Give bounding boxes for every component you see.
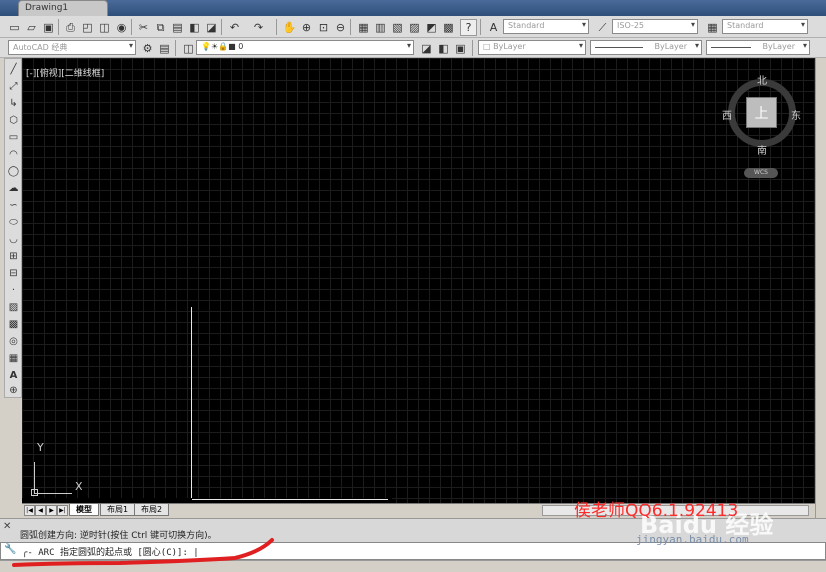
- draw-toolbar: ╱ ⤢ ↳ ⬡ ▭ ◠ ◯ ☁ ∽ ⬭ ◡ ⊞ ⊟ · ▨ ▩ ◎ ▦ A ⊕: [4, 58, 22, 398]
- spline-icon[interactable]: ∽: [7, 199, 20, 212]
- drawing-canvas[interactable]: [22, 58, 815, 503]
- undo-icon[interactable]: ↶: [226, 19, 243, 36]
- site-watermark: jingyan.baidu.com: [636, 533, 749, 546]
- polygon-icon[interactable]: ⬡: [7, 114, 20, 127]
- next-tab-icon[interactable]: ▶: [46, 505, 57, 516]
- open-icon[interactable]: ▱: [23, 19, 40, 36]
- layer-combo[interactable]: 💡☀🔒■ 0 ▾: [196, 40, 414, 55]
- table-icon[interactable]: ▦: [7, 352, 20, 365]
- layer-states-icon[interactable]: ▣: [452, 40, 469, 57]
- compass-south[interactable]: 南: [757, 142, 767, 157]
- insert-block-icon[interactable]: ⊞: [7, 250, 20, 263]
- tab-layout2[interactable]: 布局2: [134, 504, 170, 516]
- arc-icon[interactable]: ◠: [7, 148, 20, 161]
- hatch-icon[interactable]: ▨: [7, 301, 20, 314]
- drawn-line-horizontal[interactable]: [192, 499, 388, 500]
- table-style-combo[interactable]: Standard ▾: [722, 19, 808, 34]
- layer-manager-icon[interactable]: ◫: [180, 40, 197, 57]
- red-annotation-stroke: [12, 538, 274, 567]
- publish-icon[interactable]: ◫: [96, 19, 113, 36]
- zoom-realtime-icon[interactable]: ⊕: [298, 19, 315, 36]
- rectangle-icon[interactable]: ▭: [7, 131, 20, 144]
- gradient-icon[interactable]: ▩: [7, 318, 20, 331]
- compass-east[interactable]: 东: [791, 107, 801, 122]
- point-icon[interactable]: ·: [7, 284, 20, 297]
- properties-icon[interactable]: ▦: [355, 19, 372, 36]
- ucs-origin-icon: [31, 489, 38, 496]
- layer-properties-icon[interactable]: ▤: [156, 40, 173, 57]
- markup-icon[interactable]: ◩: [423, 19, 440, 36]
- teacher-watermark: 侯老师QQ6.1.92413: [574, 501, 739, 521]
- last-tab-icon[interactable]: ▶|: [57, 505, 68, 516]
- tab-layout1[interactable]: 布局1: [100, 504, 136, 516]
- text-style-icon: A: [489, 21, 498, 34]
- drawn-line[interactable]: [191, 307, 192, 503]
- prev-tab-icon[interactable]: ◀: [35, 505, 46, 516]
- workspace-combo[interactable]: AutoCAD 经典 ▾: [8, 40, 136, 55]
- help-icon[interactable]: ?: [460, 19, 477, 36]
- standard-toolbar: ▭ ▱ ▣ ⎙ ◰ ◫ ◉ ✂ ⧉ ▤ ◧ ◪ ↶ ↷ ✋ ⊕ ⊡ ⊖ ▦ ▥ …: [0, 16, 826, 38]
- redo-icon[interactable]: ↷: [250, 19, 267, 36]
- pan-icon[interactable]: ✋: [281, 19, 298, 36]
- dim-style-icon: ⟋: [598, 20, 607, 34]
- line-icon[interactable]: ╱: [7, 63, 20, 76]
- multiline-text-icon[interactable]: A: [7, 369, 20, 382]
- paste-icon[interactable]: ▤: [169, 19, 186, 36]
- layer-previous-icon[interactable]: ◧: [435, 40, 452, 57]
- cut-icon[interactable]: ✂: [135, 19, 152, 36]
- print-icon[interactable]: ⎙: [62, 19, 79, 36]
- new-icon[interactable]: ▭: [6, 19, 23, 36]
- save-icon[interactable]: ▣: [40, 19, 57, 36]
- layers-toolbar: AutoCAD 经典 ▾ ⚙ ▤ ◫ 💡☀🔒■ 0 ▾ ◪ ◧ ▣ □ ByLaye…: [0, 38, 826, 58]
- color-combo[interactable]: □ ByLayer ▾: [478, 40, 586, 55]
- zoom-window-icon[interactable]: ⊡: [315, 19, 332, 36]
- ucs-x-axis: [34, 493, 72, 494]
- preview-icon[interactable]: ◰: [79, 19, 96, 36]
- make-block-icon[interactable]: ⊟: [7, 267, 20, 280]
- viewcube-top-face[interactable]: 上: [746, 97, 777, 128]
- tool-palettes-icon[interactable]: ▧: [389, 19, 406, 36]
- circle-icon[interactable]: ◯: [7, 165, 20, 178]
- calculator-icon[interactable]: ▩: [440, 19, 457, 36]
- compass-north[interactable]: 北: [757, 72, 767, 87]
- lineweight-combo[interactable]: ByLayer ▾: [706, 40, 810, 55]
- title-bar: [0, 0, 826, 16]
- workspace-settings-icon[interactable]: ⚙: [139, 40, 156, 57]
- linetype-combo[interactable]: ByLayer ▾: [590, 40, 702, 55]
- wcs-menu[interactable]: WCS: [744, 168, 778, 178]
- design-center-icon[interactable]: ▥: [372, 19, 389, 36]
- dim-style-combo[interactable]: ISO-25 ▾: [612, 19, 698, 34]
- revision-cloud-icon[interactable]: ☁: [7, 182, 20, 195]
- copy-icon[interactable]: ⧉: [152, 19, 169, 36]
- match-properties-icon[interactable]: ◧: [186, 19, 203, 36]
- construction-line-icon[interactable]: ⤢: [7, 80, 20, 93]
- ellipse-icon[interactable]: ⬭: [7, 216, 20, 229]
- zoom-previous-icon[interactable]: ⊖: [332, 19, 349, 36]
- add-selected-icon[interactable]: ⊕: [7, 384, 20, 397]
- block-editor-icon[interactable]: ◪: [203, 19, 220, 36]
- close-command-window-icon[interactable]: ✕: [3, 521, 11, 532]
- ucs-y-label: Y: [37, 441, 44, 454]
- tab-model[interactable]: 模型: [69, 504, 99, 516]
- ucs-x-label: X: [75, 480, 83, 493]
- vertical-scrollbar[interactable]: [815, 58, 826, 518]
- make-current-icon[interactable]: ◪: [418, 40, 435, 57]
- 3d-print-icon[interactable]: ◉: [113, 19, 130, 36]
- viewport-controls-label[interactable]: [-][俯视][二维线框]: [26, 66, 104, 79]
- table-style-icon: ▦: [707, 21, 718, 34]
- text-style-combo[interactable]: Standard ▾: [503, 19, 589, 34]
- sheet-set-icon[interactable]: ▨: [406, 19, 423, 36]
- polyline-icon[interactable]: ↳: [7, 97, 20, 110]
- ellipse-arc-icon[interactable]: ◡: [7, 233, 20, 246]
- region-icon[interactable]: ◎: [7, 335, 20, 348]
- compass-west[interactable]: 西: [722, 107, 732, 122]
- document-tab[interactable]: Drawing1: [18, 0, 108, 16]
- first-tab-icon[interactable]: |◀: [24, 505, 35, 516]
